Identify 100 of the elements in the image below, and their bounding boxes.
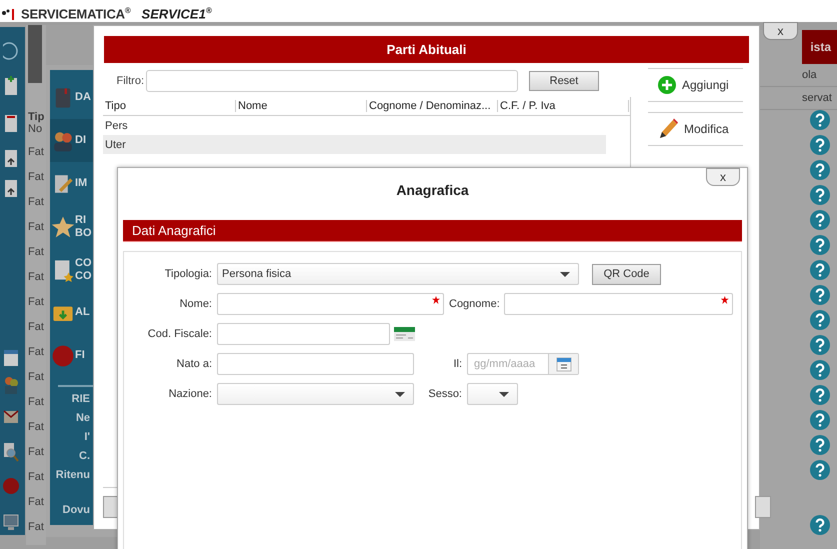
panel-header: ista [810, 40, 831, 54]
brand-name: SERVICEMATICA$^{®}$ [21, 6, 131, 21]
column-header: ola [802, 69, 817, 81]
column-header[interactable]: Tipo [103, 100, 236, 112]
help-icon[interactable] [810, 360, 830, 380]
caret-icon [395, 392, 405, 397]
document-icon[interactable] [3, 177, 19, 199]
gender-select[interactable] [467, 383, 518, 405]
table-cell: Fat [28, 396, 44, 408]
menu-label[interactable]: IM [75, 177, 88, 190]
table-cell: Fat [28, 246, 44, 258]
summary-label: Dovu [62, 504, 90, 517]
card-icon[interactable] [394, 327, 415, 341]
help-icon[interactable] [810, 310, 830, 330]
help-icon[interactable] [810, 335, 830, 355]
help-icon[interactable] [810, 460, 830, 480]
column-header[interactable]: Nome [236, 100, 367, 112]
column-header: No [28, 123, 42, 135]
field-label: Cognome: [449, 298, 500, 310]
monitor-icon[interactable] [3, 512, 19, 532]
column-header[interactable]: Cognome / Denominaz... [367, 100, 498, 112]
column-header: servat [802, 92, 832, 104]
summary-label: I' [84, 431, 90, 444]
table-cell: Fat [28, 296, 44, 308]
field-label: Il: [452, 358, 462, 370]
table-cell: Fat [28, 371, 44, 383]
menu-label[interactable]: RI [75, 214, 92, 226]
filter-field[interactable] [146, 70, 518, 92]
table-cell: Fat [28, 346, 44, 358]
logo-icon [2, 8, 16, 20]
field-label: Cod. Fiscale: [146, 328, 212, 340]
help-icon[interactable] [810, 135, 830, 155]
table-cell: Fat [28, 521, 44, 533]
summary-label: RIE [72, 393, 90, 406]
help-icon[interactable] [810, 185, 830, 205]
table-cell-text: Uter [104, 138, 126, 150]
help-icon[interactable] [810, 110, 830, 130]
product-name: SERVICE1$^{®}$ [142, 6, 212, 21]
qr-code-button[interactable]: QR Code [592, 264, 661, 284]
table-cell: Fat [28, 271, 44, 283]
reset-button[interactable]: Reset [529, 71, 599, 91]
field-label: Tipologia: [164, 268, 212, 280]
table-cell: Fat [28, 321, 44, 333]
document-icon[interactable] [3, 112, 19, 134]
input-field[interactable] [217, 293, 444, 315]
help-icon[interactable] [810, 435, 830, 455]
section-title: Dati Anagrafici [132, 223, 216, 238]
caret-icon [560, 272, 570, 277]
type-select[interactable]: Persona fisica [217, 263, 579, 285]
menu-label[interactable]: AL [75, 306, 90, 319]
calendar-icon[interactable] [556, 356, 572, 372]
edit-button[interactable]: Modifica [648, 112, 743, 146]
table-row[interactable]: Pers [103, 116, 606, 135]
plus-icon [658, 76, 676, 94]
menu-label[interactable]: CO [75, 256, 92, 270]
filter-label: Filtro: [116, 75, 144, 87]
close-button[interactable]: x [763, 22, 798, 40]
input-field[interactable] [217, 323, 390, 345]
help-icon[interactable] [810, 515, 830, 535]
close-button[interactable]: x [706, 168, 740, 186]
menu-label[interactable]: DI [75, 134, 86, 147]
dialog-title: Parti Abituali [386, 42, 466, 57]
summary-label: Ne [76, 412, 90, 425]
input-field[interactable] [504, 293, 733, 315]
table-cell: Fat [28, 146, 44, 158]
caret-icon [499, 392, 509, 397]
menu-label[interactable]: FI [75, 349, 85, 362]
help-icon[interactable] [810, 235, 830, 255]
star-icon[interactable] [51, 214, 75, 238]
document-icon[interactable] [3, 75, 19, 97]
column-header[interactable]: C.F. / P. Iva [498, 100, 629, 112]
help-icon[interactable] [810, 260, 830, 280]
input-field[interactable] [217, 353, 414, 375]
field-label: Nome: [178, 298, 212, 310]
table-cell: Fat [28, 446, 44, 458]
magnifier-icon[interactable] [3, 441, 19, 463]
field-label: Nazione: [168, 388, 212, 400]
help-icon[interactable] [810, 210, 830, 230]
table-cell: Fat [28, 421, 44, 433]
add-button[interactable]: Aggiungi [648, 68, 743, 102]
menu-label[interactable]: BO [75, 226, 92, 240]
table-cell: Fat [28, 221, 44, 233]
help-icon[interactable] [810, 285, 830, 305]
table-row[interactable]: Uter [103, 135, 606, 154]
menu-label[interactable]: CO [75, 270, 92, 282]
column-header: Tip [28, 111, 44, 123]
people-icon[interactable] [3, 375, 19, 395]
help-icon[interactable] [810, 385, 830, 405]
table-cell-text: Pers [104, 120, 128, 132]
help-icon[interactable] [810, 410, 830, 430]
table-cell: Fat [28, 471, 44, 483]
menu-label[interactable]: DA [75, 91, 91, 104]
document-icon[interactable] [3, 147, 19, 169]
calendar-icon[interactable] [3, 347, 19, 367]
field-label: Sesso: [427, 388, 462, 400]
dialog-title: Anagrafica [395, 182, 470, 200]
table-cell: Fat [28, 496, 44, 508]
summary-label: Ritenu [56, 469, 90, 482]
help-icon[interactable] [810, 160, 830, 180]
summary-label: C. [79, 450, 90, 463]
